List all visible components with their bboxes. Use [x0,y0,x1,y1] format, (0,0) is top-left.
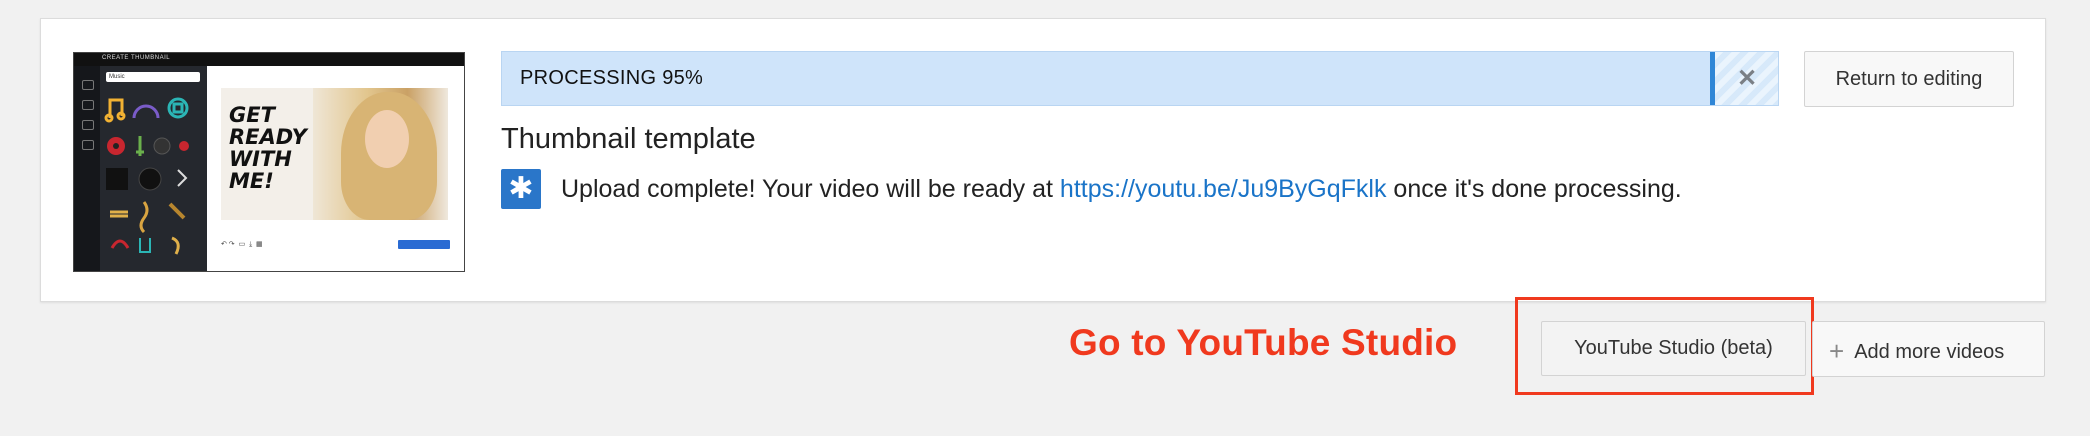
status-suffix: once it's done processing. [1386,175,1682,203]
music-icons [104,97,189,255]
portrait-image [313,88,448,220]
thumbnail-art: GET READY WITH ME! [221,88,448,220]
star-icon: ✱ [501,169,541,209]
editor-canvas: GET READY WITH ME! ↶ ↷ ▭ ⤓ ▦ [207,66,464,271]
status-prefix: Upload complete! Your video will be read… [561,175,1060,203]
video-link[interactable]: https://youtu.be/Ju9ByGqFklk [1060,175,1387,203]
publish-button [398,240,450,249]
progress-label: PROCESSING 95% [520,67,704,89]
processing-progress-bar: PROCESSING 95% ✕ [501,51,1779,106]
editor-title: CREATE THUMBNAIL [102,55,171,61]
editor-search: Music [106,72,200,82]
close-icon[interactable]: ✕ [1723,52,1771,105]
video-thumbnail: CREATE THUMBNAIL Music GET READY WITH ME… [73,52,465,272]
status-message: Upload complete! Your video will be read… [561,169,1682,209]
youtube-studio-button[interactable]: YouTube Studio (beta) [1541,321,1806,376]
add-more-videos-button[interactable]: + Add more videos [1812,321,2045,377]
return-to-editing-button[interactable]: Return to editing [1804,51,2014,107]
add-more-label: Add more videos [1854,341,2005,363]
upload-card: CREATE THUMBNAIL Music GET READY WITH ME… [40,18,2046,302]
callout-annotation: Go to YouTube Studio [1069,322,1458,363]
editor-topbar: CREATE THUMBNAIL [74,53,464,66]
thumbnail-art-text: GET READY WITH ME! [229,103,307,193]
editor-rail [74,66,100,271]
editor-panel: Music [100,66,207,271]
editor-tools: ↶ ↷ ▭ ⤓ ▦ [221,241,263,248]
video-title: Thumbnail template [501,123,756,155]
plus-icon: + [1829,336,1845,366]
